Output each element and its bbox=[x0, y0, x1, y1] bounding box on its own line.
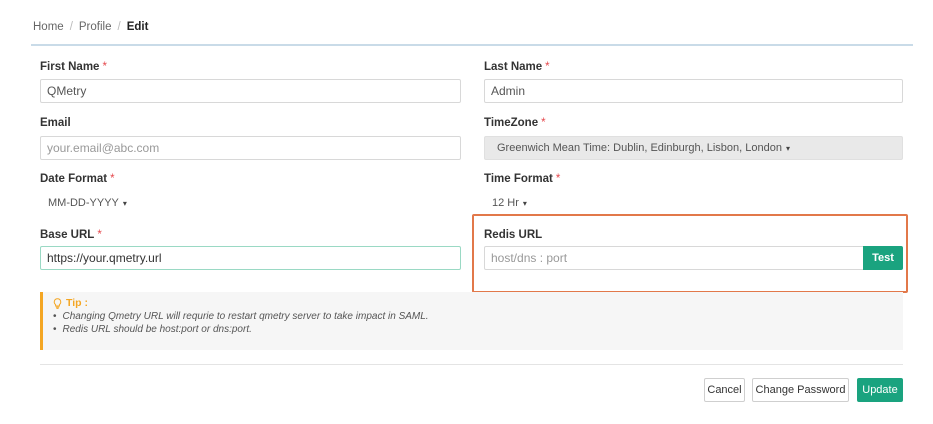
tip-panel: Tip : Changing Qmetry URL will requrie t… bbox=[40, 292, 903, 350]
required-marker: * bbox=[545, 61, 550, 73]
email-input[interactable] bbox=[40, 136, 461, 160]
lightbulb-icon bbox=[53, 297, 62, 309]
last-name-label: Last Name * bbox=[484, 61, 550, 73]
first-name-label: First Name * bbox=[40, 61, 107, 73]
email-label: Email bbox=[40, 117, 71, 129]
date-format-label: Date Format * bbox=[40, 173, 115, 185]
caret-down-icon: ▾ bbox=[785, 143, 790, 153]
tip-list: Changing Qmetry URL will requrie to rest… bbox=[53, 311, 429, 336]
tip-item: Redis URL should be host:port or dns:por… bbox=[53, 324, 429, 337]
last-name-input[interactable] bbox=[484, 79, 903, 103]
test-redis-button[interactable]: Test bbox=[863, 246, 903, 270]
tip-title: Tip : bbox=[66, 297, 88, 309]
timezone-value: Greenwich Mean Time: Dublin, Edinburgh, … bbox=[497, 142, 782, 154]
breadcrumb-separator: / bbox=[69, 21, 73, 33]
base-url-input[interactable] bbox=[40, 246, 461, 270]
header-divider bbox=[31, 44, 913, 46]
date-format-select[interactable]: MM-DD-YYYY ▾ bbox=[44, 191, 131, 215]
time-format-label: Time Format * bbox=[484, 173, 561, 185]
caret-down-icon: ▾ bbox=[522, 198, 527, 208]
breadcrumb-profile[interactable]: Profile bbox=[79, 21, 112, 33]
required-marker: * bbox=[541, 117, 546, 129]
timezone-label: TimeZone * bbox=[484, 117, 546, 129]
breadcrumb: Home / Profile / Edit bbox=[33, 21, 148, 33]
redis-url-input[interactable] bbox=[484, 246, 864, 270]
time-format-select[interactable]: 12 Hr ▾ bbox=[488, 191, 531, 215]
caret-down-icon: ▾ bbox=[122, 198, 127, 208]
footer-divider bbox=[40, 364, 903, 365]
redis-url-label: Redis URL bbox=[484, 229, 543, 241]
timezone-select[interactable]: Greenwich Mean Time: Dublin, Edinburgh, … bbox=[484, 136, 903, 160]
breadcrumb-home[interactable]: Home bbox=[33, 21, 64, 33]
breadcrumb-separator: / bbox=[117, 21, 121, 33]
required-marker: * bbox=[97, 229, 102, 241]
tip-heading: Tip : bbox=[53, 297, 88, 309]
base-url-label: Base URL * bbox=[40, 229, 102, 241]
cancel-button[interactable]: Cancel bbox=[704, 378, 745, 402]
update-button[interactable]: Update bbox=[857, 378, 903, 402]
breadcrumb-edit: Edit bbox=[126, 21, 149, 33]
date-format-value: MM-DD-YYYY bbox=[48, 197, 119, 209]
first-name-input[interactable] bbox=[40, 79, 461, 103]
required-marker: * bbox=[110, 173, 115, 185]
time-format-value: 12 Hr bbox=[492, 197, 519, 209]
change-password-button[interactable]: Change Password bbox=[752, 378, 849, 402]
required-marker: * bbox=[555, 173, 561, 185]
required-marker: * bbox=[102, 61, 107, 73]
tip-item: Changing Qmetry URL will requrie to rest… bbox=[53, 311, 429, 324]
